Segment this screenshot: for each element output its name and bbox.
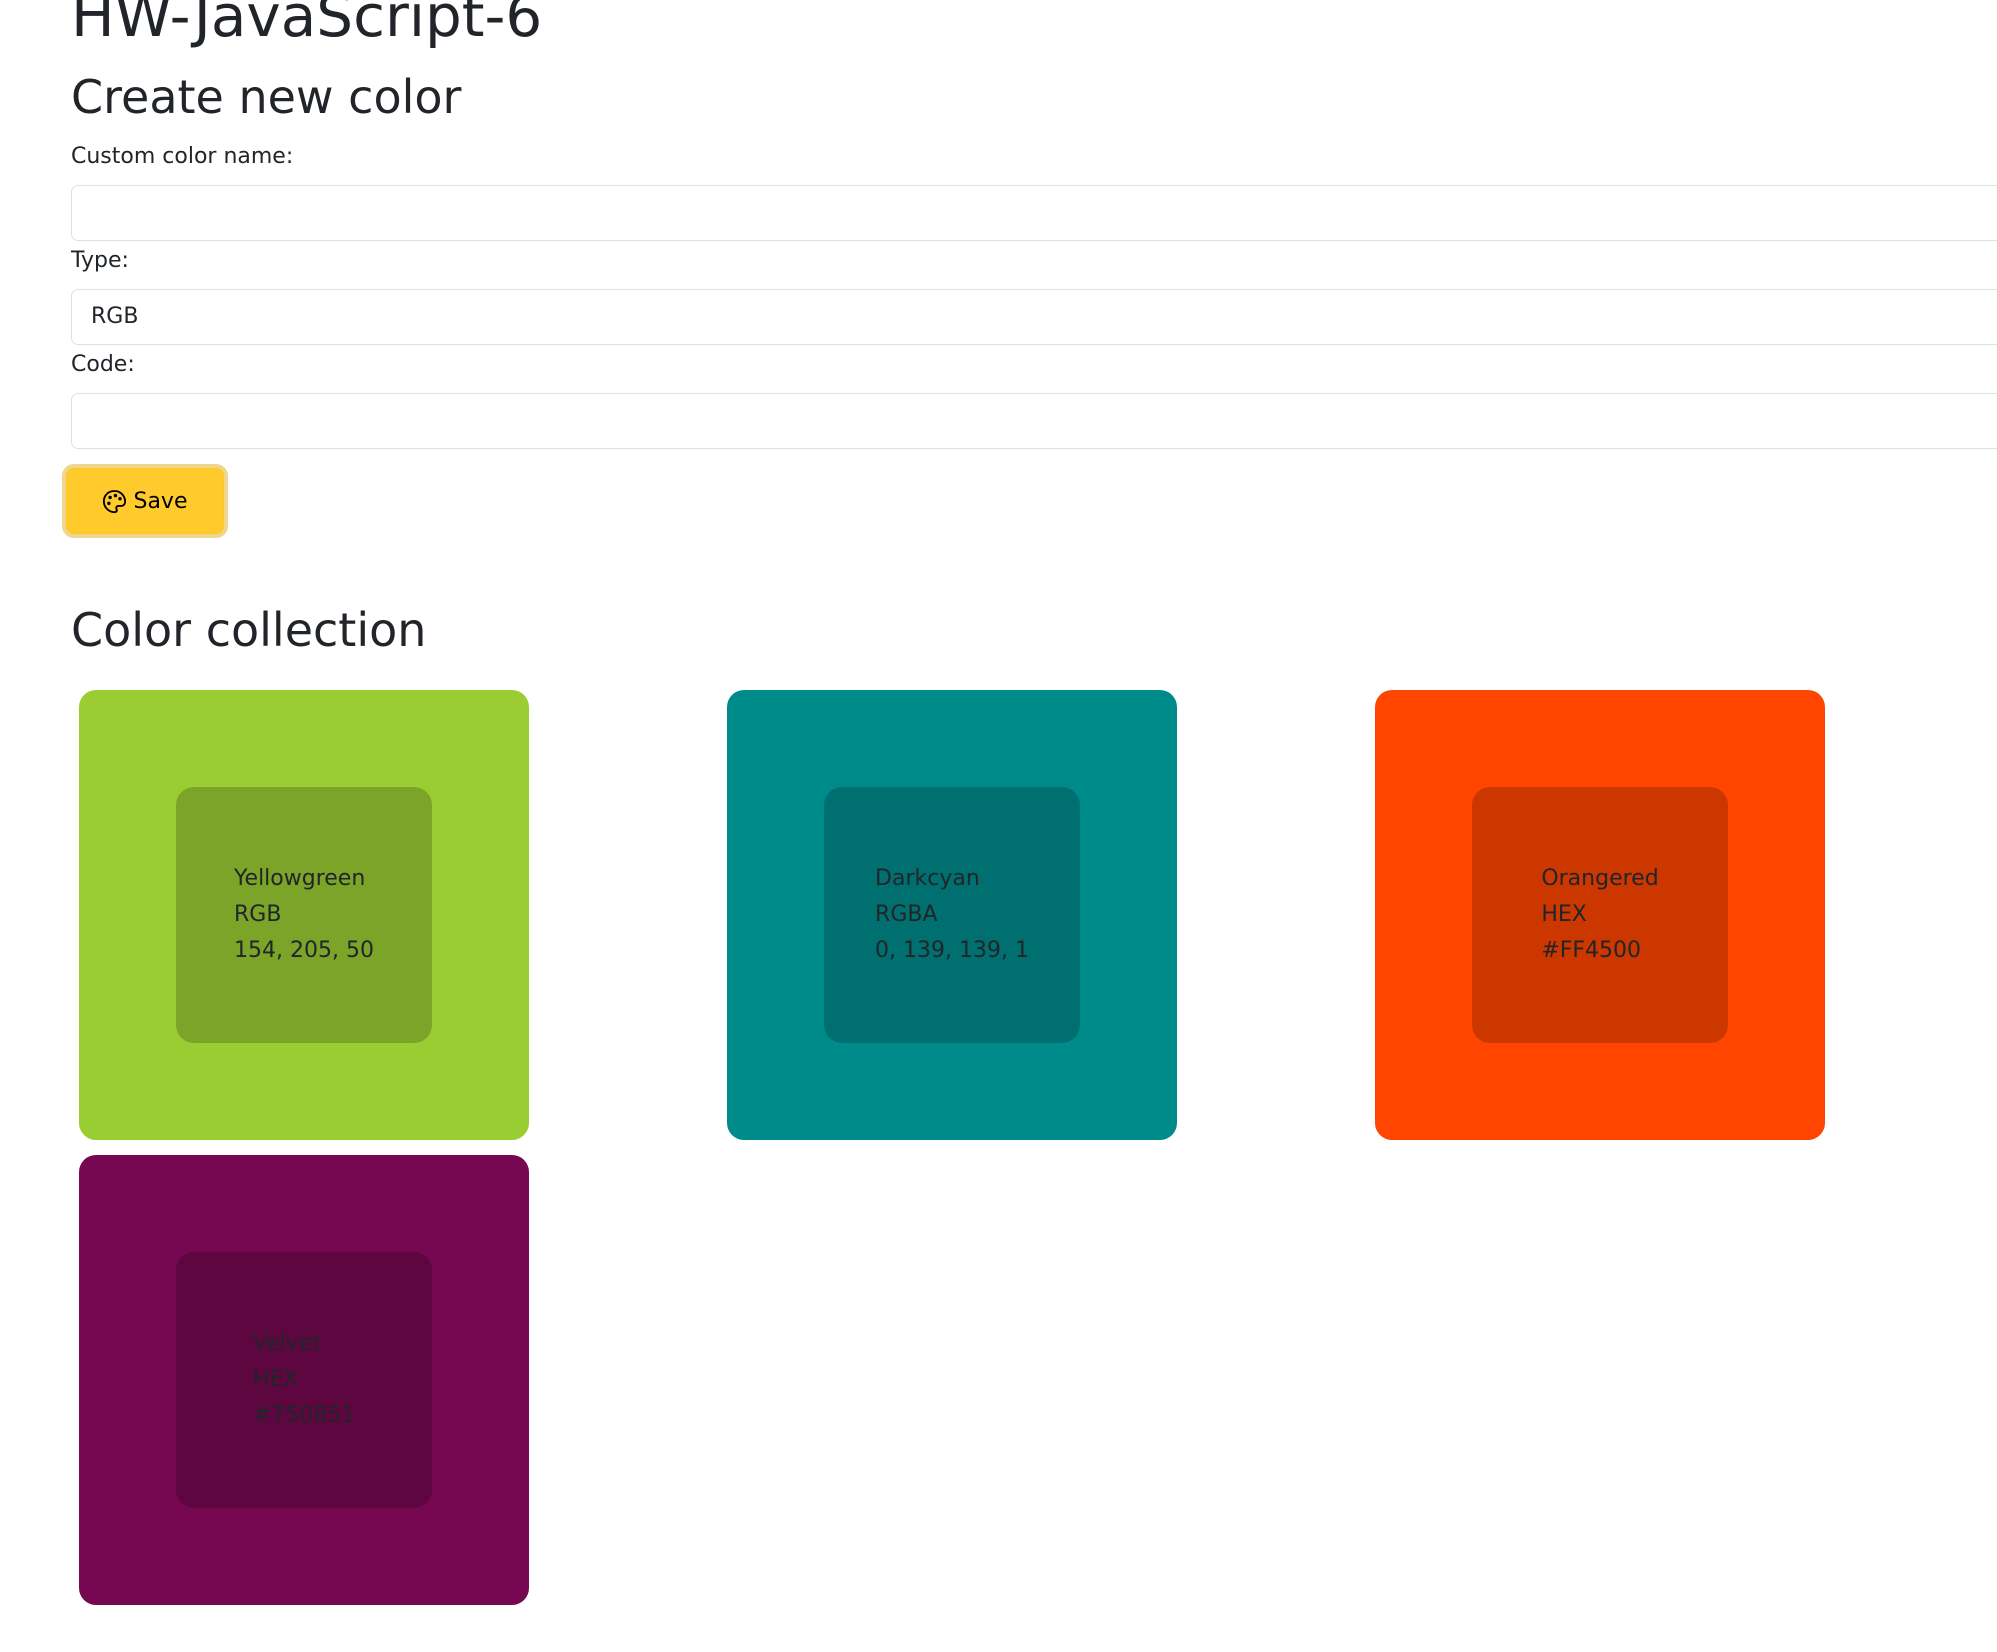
color-type: RGBA xyxy=(875,902,938,927)
color-name: Darkcyan xyxy=(875,866,980,891)
collection-heading: Color collection xyxy=(71,603,427,657)
save-label: Save xyxy=(133,488,188,514)
color-code: #750851 xyxy=(252,1403,356,1428)
color-type: HEX xyxy=(252,1367,299,1392)
color-code: 154, 205, 50 xyxy=(234,938,374,963)
code-label: Code: xyxy=(71,352,135,377)
color-name-label: Custom color name: xyxy=(71,144,294,169)
color-card: Orangered HEX #FF4500 xyxy=(1375,690,1825,1140)
save-button[interactable]: Save xyxy=(66,468,224,534)
color-name: Velvet xyxy=(252,1331,321,1356)
color-code: 0, 139, 139, 1 xyxy=(875,938,1029,963)
color-name: Yellowgreen xyxy=(234,866,366,891)
color-type: HEX xyxy=(1541,902,1587,927)
color-code: #FF4500 xyxy=(1541,938,1642,963)
page-title: HW-JavaScript-6 xyxy=(71,0,543,50)
color-info-panel: Orangered HEX #FF4500 xyxy=(1472,787,1728,1043)
type-select[interactable]: RGB xyxy=(71,289,1997,345)
create-color-heading: Create new color xyxy=(71,70,462,124)
color-name-input[interactable] xyxy=(71,185,1997,241)
color-card: Darkcyan RGBA 0, 139, 139, 1 xyxy=(727,690,1177,1140)
color-name: Orangered xyxy=(1541,866,1659,891)
color-card: Velvet HEX #750851 xyxy=(79,1155,529,1605)
color-info-panel: Velvet HEX #750851 xyxy=(176,1252,432,1508)
color-info-panel: Yellowgreen RGB 154, 205, 50 xyxy=(176,787,432,1043)
type-label: Type: xyxy=(71,248,129,273)
palette-icon xyxy=(102,489,127,514)
color-card: Yellowgreen RGB 154, 205, 50 xyxy=(79,690,529,1140)
color-type: RGB xyxy=(234,902,282,927)
color-info-panel: Darkcyan RGBA 0, 139, 139, 1 xyxy=(824,787,1080,1043)
code-input[interactable] xyxy=(71,393,1997,449)
